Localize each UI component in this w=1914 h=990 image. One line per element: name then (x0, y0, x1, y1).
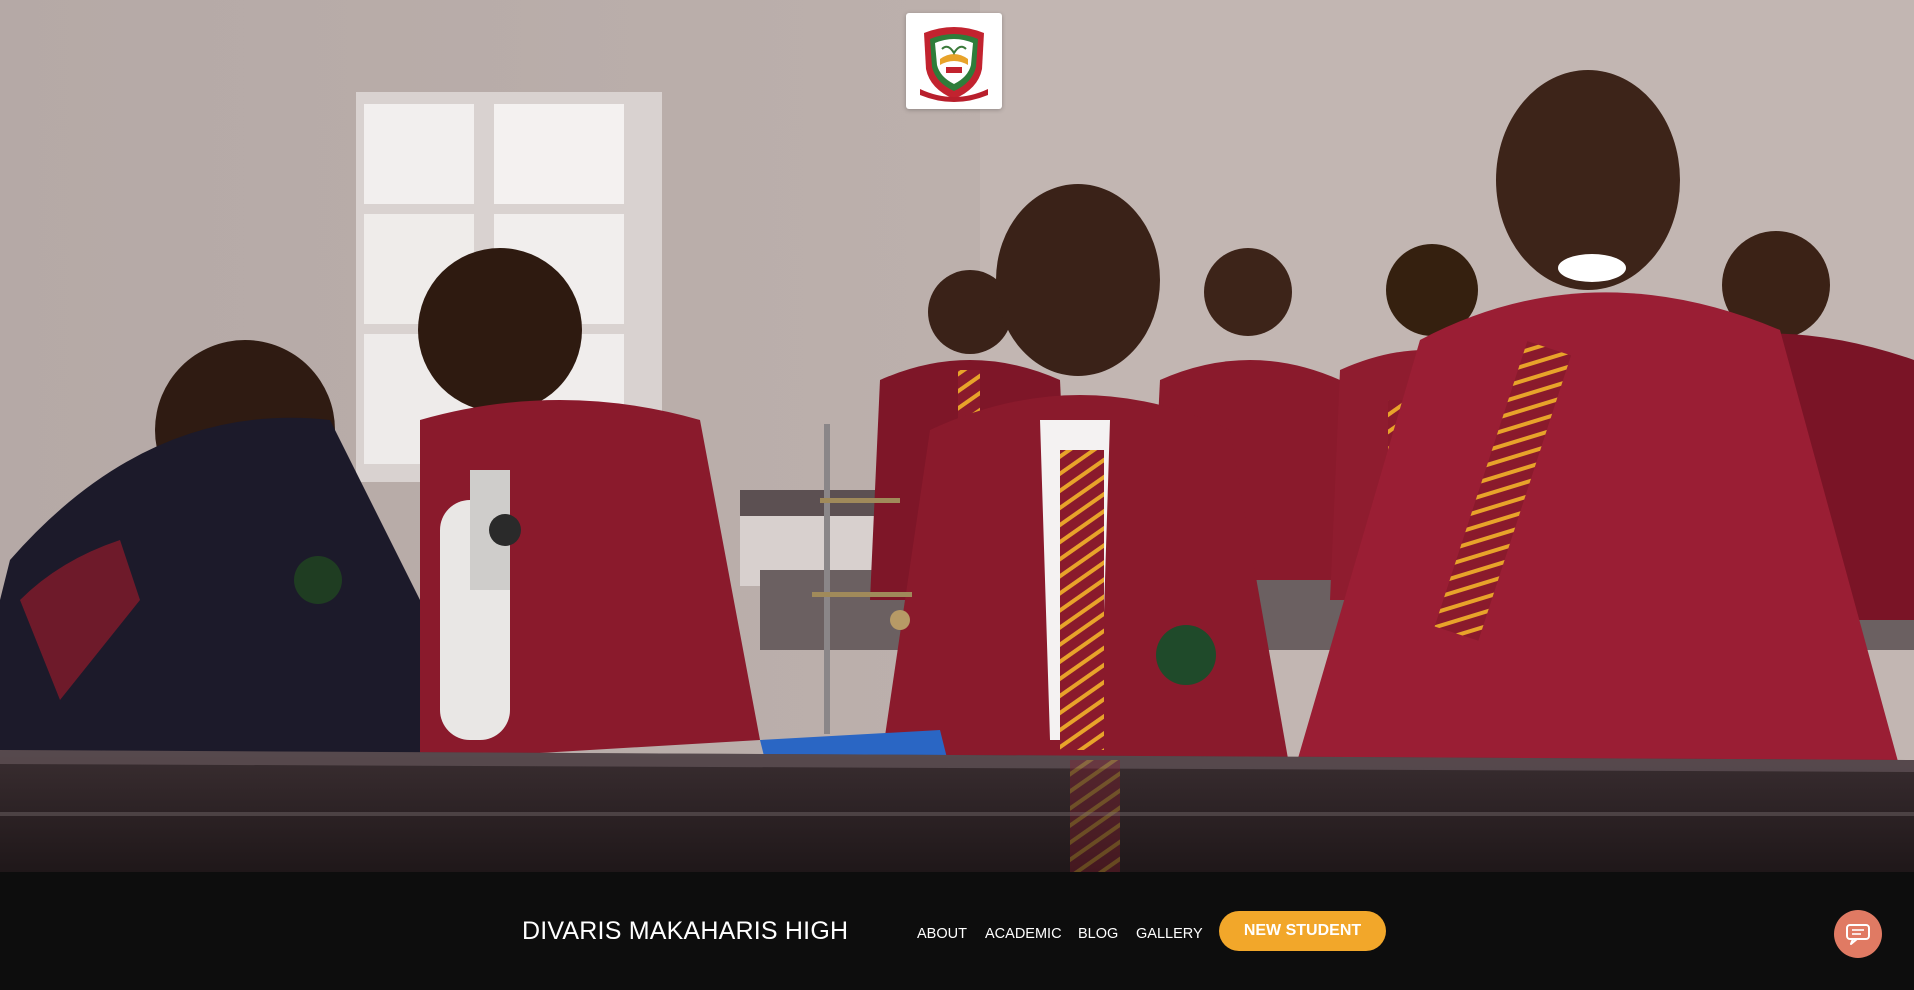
hero-image (0, 0, 1914, 872)
site-brand[interactable]: DIVARIS MAKAHARIS HIGH (522, 917, 848, 946)
new-student-button[interactable]: NEW STUDENT (1219, 911, 1386, 951)
nav-link-blog[interactable]: BLOG (1078, 926, 1118, 942)
hero-photo-illustration (0, 0, 1914, 872)
school-logo[interactable] (906, 13, 1002, 109)
main-navbar: DIVARIS MAKAHARIS HIGH ABOUT ACADEMIC BL… (0, 872, 1914, 990)
nav-link-gallery[interactable]: GALLERY (1136, 926, 1203, 942)
chat-button[interactable] (1834, 910, 1882, 958)
school-crest-icon (920, 27, 988, 102)
home-page: DIVARIS MAKAHARIS HIGH ABOUT ACADEMIC BL… (0, 0, 1914, 990)
nav-link-about[interactable]: ABOUT (917, 926, 967, 942)
chat-bubble-icon (1846, 924, 1870, 945)
nav-link-academic[interactable]: ACADEMIC (985, 926, 1062, 942)
